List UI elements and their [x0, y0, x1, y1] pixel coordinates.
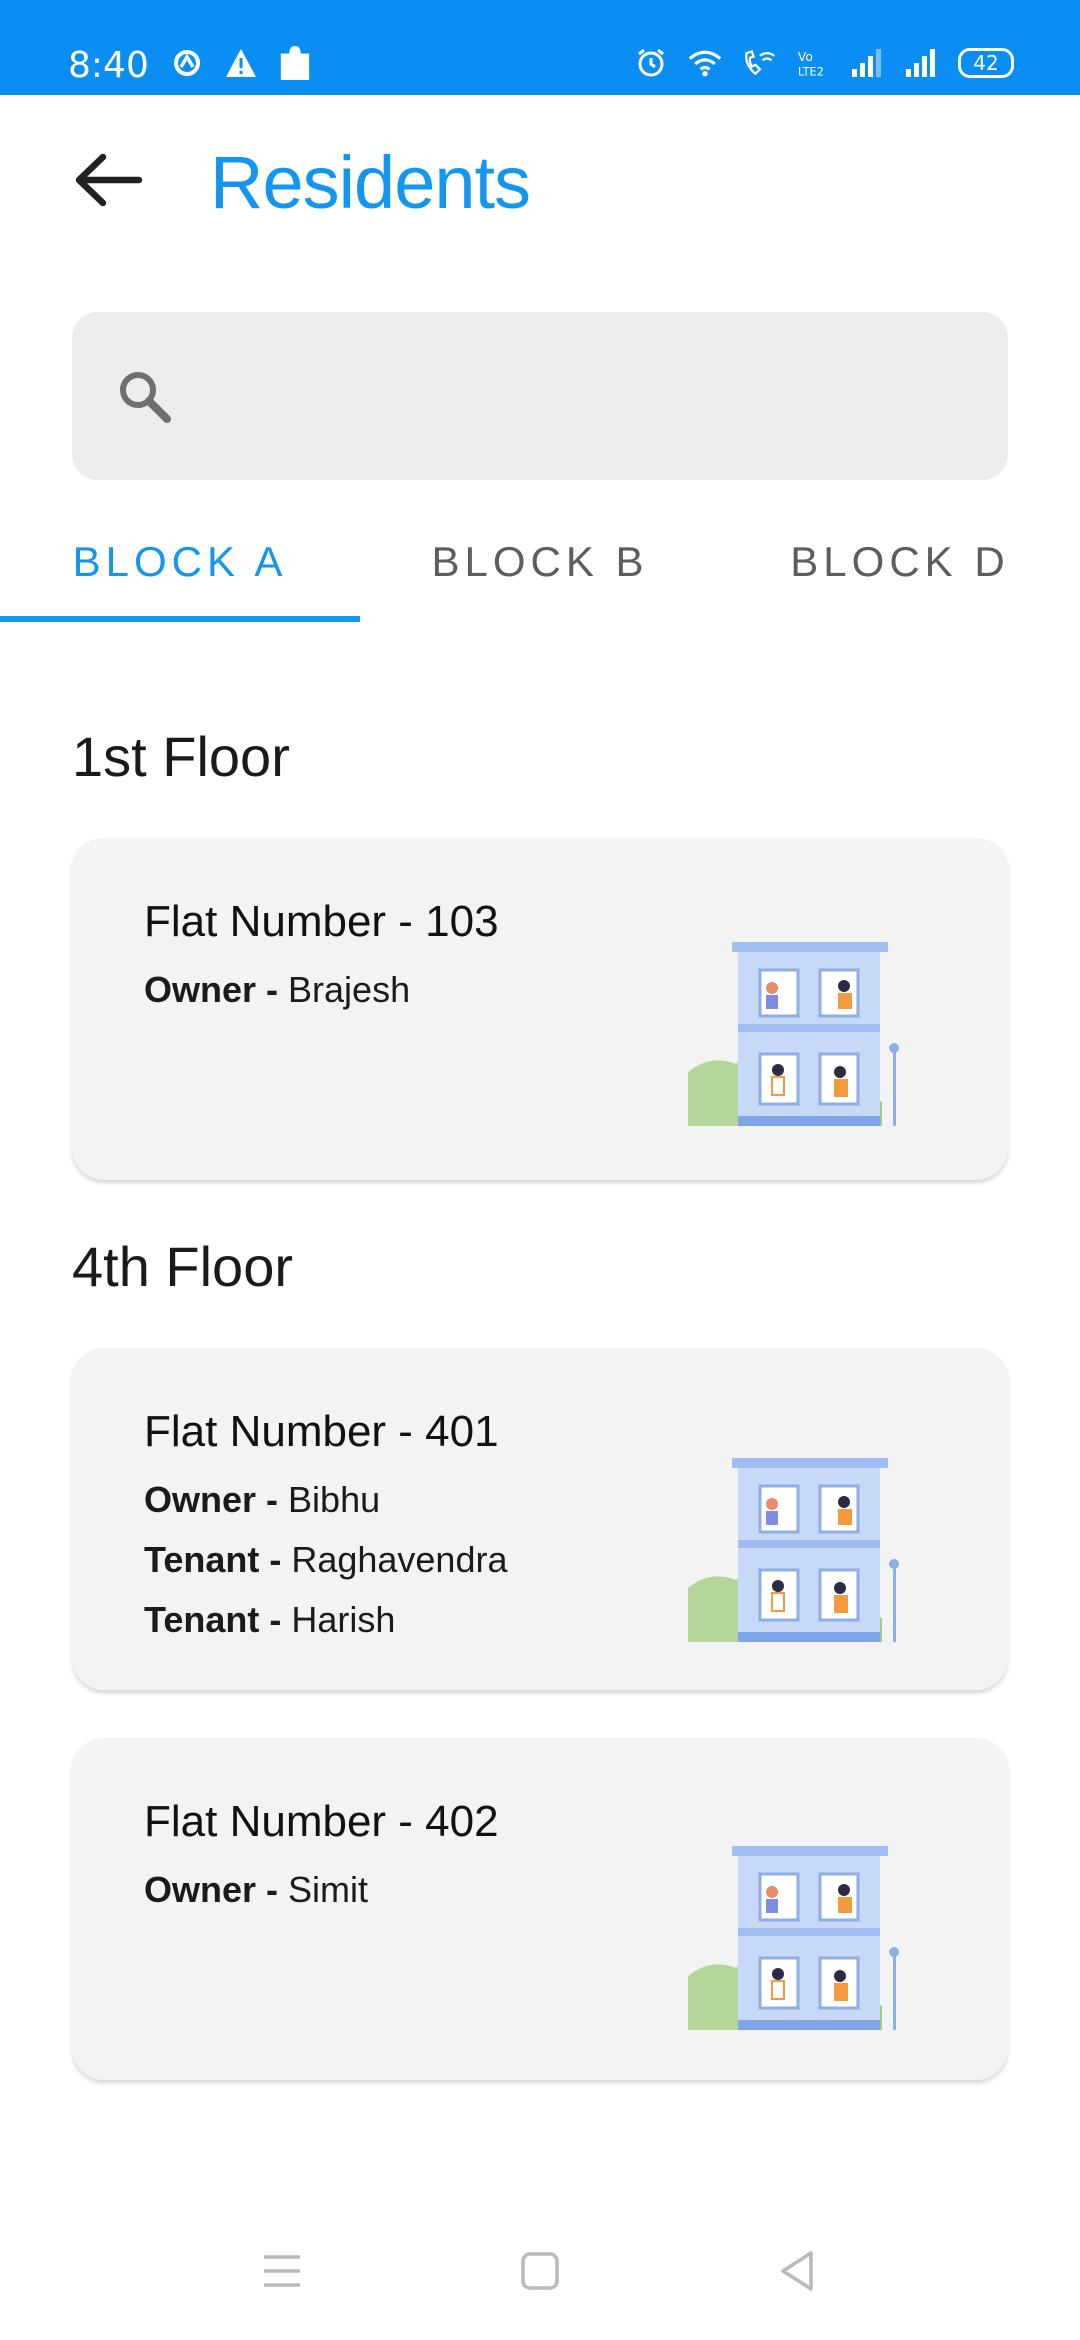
status-right-icons: Vo LTE2 42 — [634, 46, 1014, 80]
back-button[interactable] — [68, 148, 148, 212]
resident-name: Simit — [288, 1869, 369, 1910]
tab-block-b[interactable]: BLOCK B — [360, 500, 720, 624]
arrow-left-icon — [75, 153, 143, 207]
recent-apps-button[interactable] — [237, 2236, 327, 2306]
signal-icon — [850, 46, 884, 80]
resident-line: Owner - Bibhu — [144, 1470, 508, 1530]
status-time: 8:40 — [68, 45, 149, 86]
resident-name: Brajesh — [288, 969, 411, 1010]
wifi-calling-icon — [742, 46, 776, 80]
resident-role: Owner - — [144, 1479, 289, 1520]
alarm-icon — [634, 46, 668, 80]
resident-name: Harish — [291, 1599, 396, 1640]
flat-number: Flat Number - 103 — [144, 897, 499, 946]
building-illustration — [688, 942, 899, 1126]
flat-card-content: Flat Number - 103 Owner - Brajesh — [144, 892, 499, 1020]
flat-card-402[interactable]: Flat Number - 402 Owner - Simit — [72, 1738, 1008, 2080]
search-bar[interactable] — [72, 312, 1008, 480]
home-square-icon — [521, 2252, 559, 2290]
flat-card-401[interactable]: Flat Number - 401 Owner - Bibhu Tenant -… — [72, 1348, 1008, 1690]
search-input[interactable] — [202, 350, 962, 442]
tab-block-d[interactable]: BLOCK D — [720, 500, 1080, 624]
flat-number: Flat Number - 401 — [144, 1407, 499, 1456]
signal-icon — [904, 46, 938, 80]
flat-number: Flat Number - 402 — [144, 1797, 499, 1846]
search-icon — [120, 372, 171, 423]
warning-icon — [224, 46, 258, 80]
resident-line: Owner - Simit — [144, 1860, 499, 1920]
system-nav-bar — [0, 2210, 1080, 2340]
floor-heading: 1st Floor — [72, 725, 290, 788]
status-bar: 8:40 Vo LTE2 42 — [0, 0, 1080, 95]
back-triangle-icon — [781, 2251, 813, 2291]
flat-card-content: Flat Number - 401 Owner - Bibhu Tenant -… — [144, 1402, 508, 1650]
wifi-icon — [688, 46, 722, 80]
building-illustration — [688, 1458, 899, 1642]
battery-indicator: 42 — [958, 48, 1014, 78]
active-tab-indicator — [0, 616, 360, 622]
resident-role: Tenant - — [144, 1599, 292, 1640]
svg-text:Vo: Vo — [798, 50, 813, 64]
resident-role: Owner - — [144, 969, 289, 1010]
data-saver-icon — [170, 46, 204, 80]
resident-role: Tenant - — [144, 1539, 292, 1580]
tab-block-a[interactable]: BLOCK A — [0, 500, 360, 624]
flat-card-content: Flat Number - 402 Owner - Simit — [144, 1792, 499, 1920]
svg-text:LTE2: LTE2 — [798, 64, 824, 78]
resident-line: Owner - Brajesh — [144, 960, 499, 1020]
block-tabs: BLOCK A BLOCK B BLOCK D — [0, 500, 1080, 624]
system-back-button[interactable] — [752, 2236, 842, 2306]
floor-heading: 4th Floor — [72, 1235, 293, 1298]
resident-role: Owner - — [144, 1869, 289, 1910]
menu-icon — [264, 2255, 300, 2287]
volte-icon: Vo LTE2 — [796, 46, 830, 80]
resident-name: Raghavendra — [291, 1539, 508, 1580]
puzzle-icon — [278, 46, 312, 80]
resident-line: Tenant - Harish — [144, 1590, 508, 1650]
resident-line: Tenant - Raghavendra — [144, 1530, 508, 1590]
status-left-icons — [170, 46, 312, 80]
building-illustration — [688, 1846, 899, 2030]
flat-card-103[interactable]: Flat Number - 103 Owner - Brajesh — [72, 838, 1008, 1180]
page-title: Residents — [210, 141, 531, 224]
resident-name: Bibhu — [288, 1479, 381, 1520]
home-button[interactable] — [495, 2236, 585, 2306]
